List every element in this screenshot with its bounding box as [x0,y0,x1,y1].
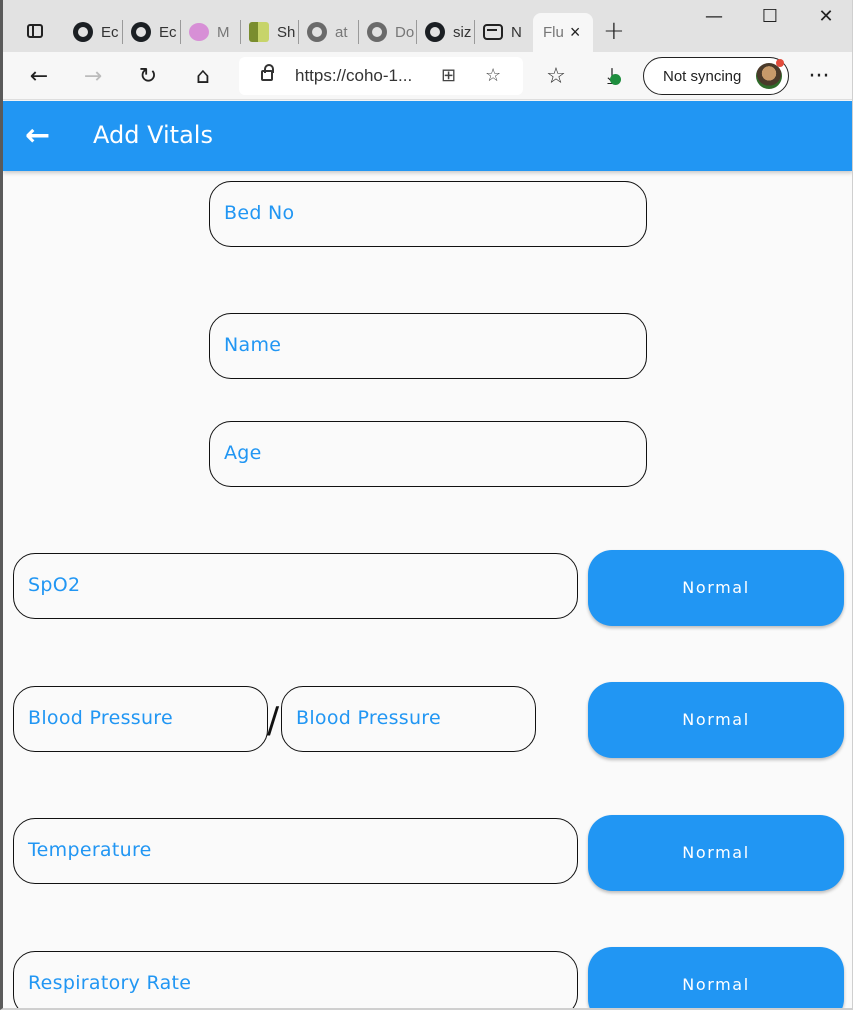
github-icon [367,22,387,42]
page-title: Add Vitals [93,121,213,149]
tab-label: Flu [543,24,564,41]
refresh-button[interactable]: ↻ [132,60,164,92]
close-window-button[interactable]: ✕ [803,6,849,27]
temperature-field[interactable]: Temperature [13,818,578,884]
browser-window: Ec Ec M Sh at Do siz N Flu × + — ☐ ✕ ← →… [0,0,853,1010]
name-label: Name [224,334,282,356]
github-icon [131,22,151,42]
minimize-button[interactable]: — [691,6,737,27]
spo2-label: SpO2 [28,574,81,596]
tab-label: Ec [101,23,119,41]
favorites-button[interactable]: ☆ [540,60,572,92]
tab-label: M [217,23,230,41]
respiratory-rate-status-button[interactable]: Normal [588,947,844,1008]
tab-label: Ec [159,23,177,41]
tab-actions-button[interactable] [21,17,49,45]
check-badge-icon [610,74,621,85]
github-icon [73,22,93,42]
tab-label: Sh [277,23,296,41]
address-bar[interactable]: https://coho-1... ⊞ ☆ [239,57,523,95]
browser-tab-active[interactable]: Flu × [533,13,593,52]
close-tab-icon[interactable]: × [570,22,581,43]
respiratory-rate-status-label: Normal [682,975,750,994]
avatar [756,59,784,89]
back-button[interactable]: ← [23,60,55,92]
browser-toolbar: ← → ↻ ⌂ https://coho-1... ⊞ ☆ ☆ ⤓ Not sy… [3,52,852,100]
spo2-status-button[interactable]: Normal [588,550,844,626]
profile-button[interactable]: Not syncing [643,57,789,95]
app-available-icon[interactable]: ⊞ [441,65,456,86]
downloads-button[interactable]: ⤓ [596,60,628,92]
bed-no-field[interactable]: Bed No [209,181,647,247]
spo2-status-label: Normal [682,578,750,597]
add-favorite-icon[interactable]: ☆ [485,65,501,86]
book-icon [249,22,269,42]
browser-tab[interactable]: at [299,16,359,48]
browser-tab[interactable]: Do [359,16,417,48]
temperature-status-label: Normal [682,843,750,862]
more-icon: ··· [808,63,830,89]
tab-label: siz [453,23,472,41]
forward-button[interactable]: → [77,60,109,92]
tab-strip: Ec Ec M Sh at Do siz N Flu × + — ☐ ✕ [3,0,852,52]
browser-tab[interactable]: M [181,16,241,48]
arrow-right-icon: → [83,63,103,89]
temperature-label: Temperature [28,839,152,861]
url-text[interactable]: https://coho-1... [295,66,412,86]
respiratory-rate-field[interactable]: Respiratory Rate [13,951,578,1008]
browser-tab[interactable]: Sh [241,16,299,48]
temperature-status-button[interactable]: Normal [588,815,844,891]
new-tab-button[interactable]: + [603,16,625,46]
app-icon [483,24,503,40]
more-button[interactable]: ··· [803,60,835,92]
age-label: Age [224,442,262,464]
maximize-button[interactable]: ☐ [747,6,793,27]
bp-status-label: Normal [682,710,750,729]
browser-tab[interactable]: siz [417,16,475,48]
bp-systolic-field[interactable]: Blood Pressure [13,686,268,752]
home-icon: ⌂ [196,63,210,89]
age-field[interactable]: Age [209,421,647,487]
browser-tab[interactable]: Ec [123,16,181,48]
bp-systolic-label: Blood Pressure [28,707,173,729]
github-icon [307,22,327,42]
bed-no-label: Bed No [224,202,295,224]
github-icon [425,22,445,42]
name-field[interactable]: Name [209,313,647,379]
back-arrow-icon[interactable]: ← [25,118,50,154]
browser-tab[interactable]: Ec [65,16,123,48]
bp-status-button[interactable]: Normal [588,682,844,758]
tab-label: Do [395,23,415,41]
browser-tab[interactable]: N [475,16,533,48]
bp-diastolic-label: Blood Pressure [296,707,441,729]
tab-actions-icon [27,24,43,38]
respiratory-rate-label: Respiratory Rate [28,972,192,994]
bp-separator: / [267,700,280,741]
bp-diastolic-field[interactable]: Blood Pressure [281,686,536,752]
app-bar: ← Add Vitals [3,101,852,171]
home-button[interactable]: ⌂ [187,60,219,92]
arrow-left-icon: ← [29,63,49,89]
lock-icon [261,64,274,81]
refresh-icon: ↻ [138,63,158,89]
spo2-field[interactable]: SpO2 [13,553,578,619]
tab-label: at [335,23,348,41]
circle-icon [189,23,209,41]
favorites-icon: ☆ [546,63,566,89]
tab-label: N [511,23,522,41]
sync-status: Not syncing [663,68,742,85]
